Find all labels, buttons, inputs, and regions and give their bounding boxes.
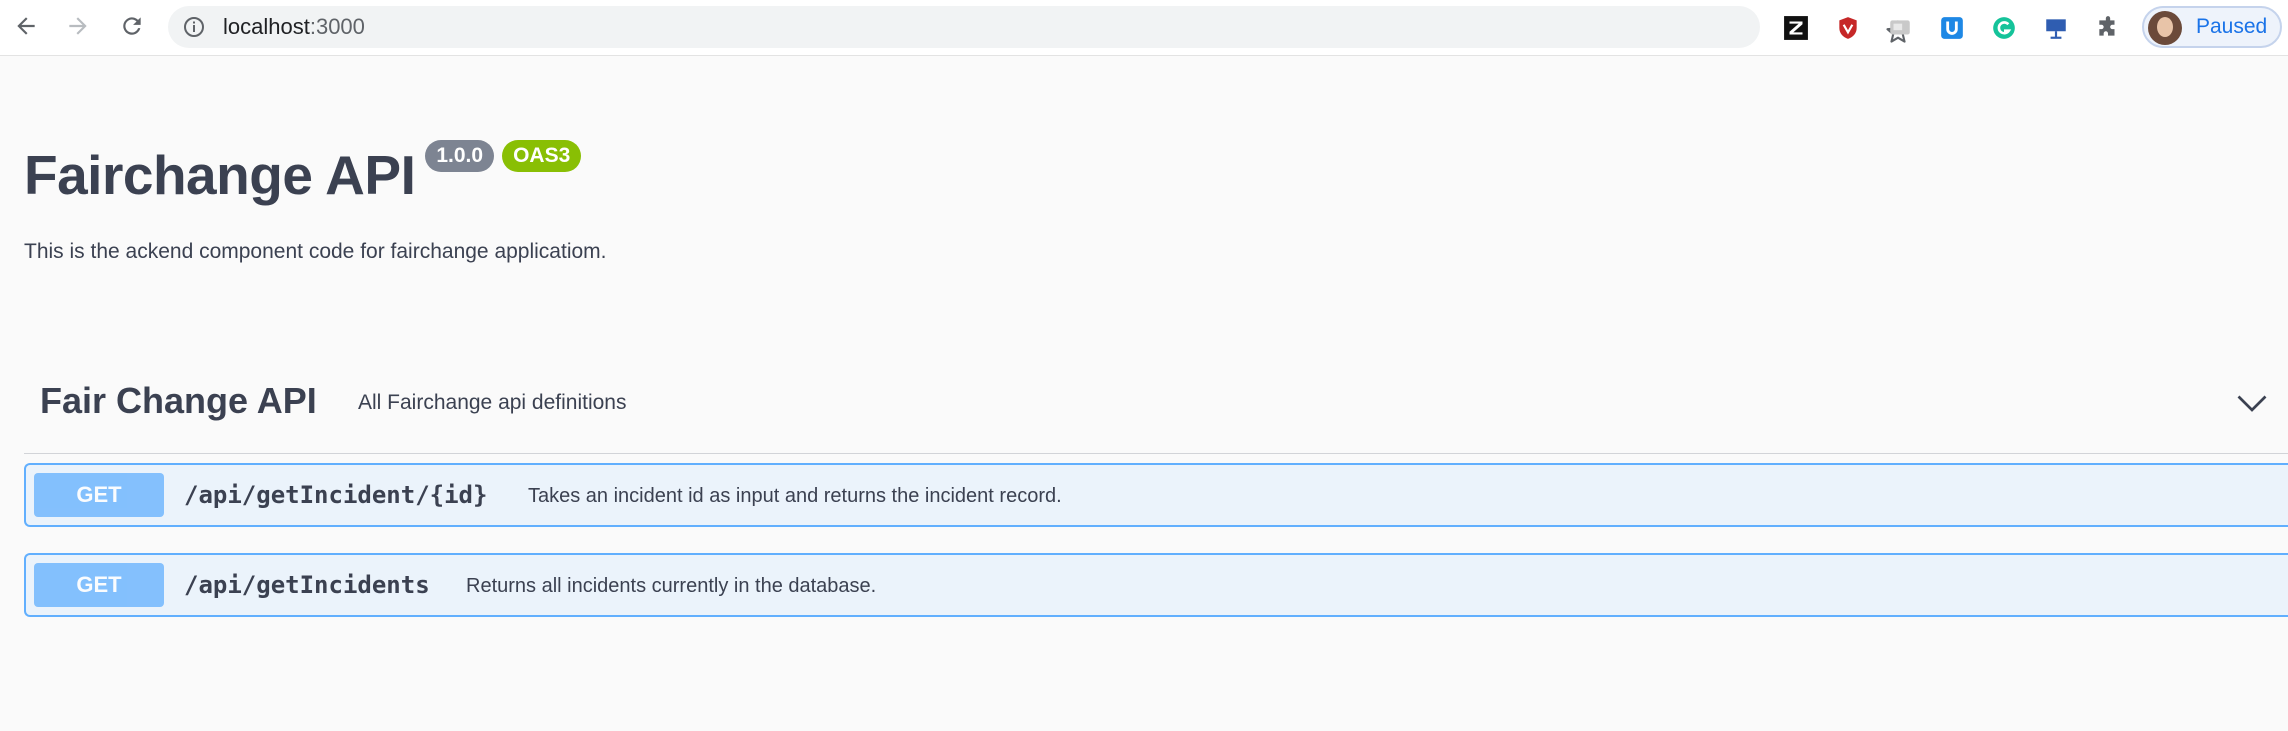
back-button[interactable] (10, 10, 42, 42)
operation-get-incident[interactable]: GET /api/getIncident/{id} Takes an incid… (24, 463, 2288, 527)
url-text: localhost:3000 (223, 14, 365, 39)
info-icon[interactable] (182, 15, 206, 39)
screen-capture-icon[interactable] (1886, 14, 1914, 42)
profile-status-label: Paused (2196, 15, 2268, 38)
puzzle-extensions-icon[interactable] (2094, 14, 2122, 42)
method-badge: GET (34, 563, 164, 607)
presentation-icon[interactable] (2042, 14, 2070, 42)
method-badge: GET (34, 473, 164, 517)
address-bar[interactable]: localhost:3000 (168, 6, 1910, 48)
operation-summary: Returns all incidents currently in the d… (466, 575, 877, 597)
shield-extension-icon[interactable] (1834, 14, 1862, 42)
tag-name: Fair Change API (40, 380, 317, 421)
operation-summary: Takes an incident id as input and return… (528, 485, 1062, 507)
zotero-icon[interactable] (1782, 14, 1810, 42)
u-extension-icon[interactable] (1938, 14, 1966, 42)
forward-arrow-icon (69, 17, 87, 35)
grammarly-icon[interactable] (1990, 14, 2018, 42)
profile-button[interactable]: Paused (2142, 6, 2282, 48)
operation-get-incidents[interactable]: GET /api/getIncidents Returns all incide… (24, 553, 2288, 617)
api-info-header: Fairchange API 1.0.0 OAS3 (24, 138, 582, 212)
tag-description: All Fairchange api definitions (358, 391, 627, 414)
oas-badge: OAS3 (502, 140, 582, 172)
reload-icon (123, 17, 141, 35)
forward-button[interactable] (62, 10, 94, 42)
browser-toolbar: localhost:3000 Paused (0, 0, 2288, 56)
tag-section-header[interactable]: Fair Change API All Fairchange api defin… (24, 366, 2288, 454)
api-description: This is the ackend component code for fa… (24, 240, 607, 263)
chevron-down-icon[interactable] (2234, 386, 2270, 422)
reload-button[interactable] (116, 10, 148, 42)
page-title: Fairchange API (24, 144, 416, 206)
operation-path: /api/getIncident/{id} (184, 481, 488, 509)
avatar (2148, 11, 2182, 45)
version-badge: 1.0.0 (425, 140, 495, 172)
back-arrow-icon (17, 17, 35, 35)
operation-path: /api/getIncidents (184, 571, 430, 599)
